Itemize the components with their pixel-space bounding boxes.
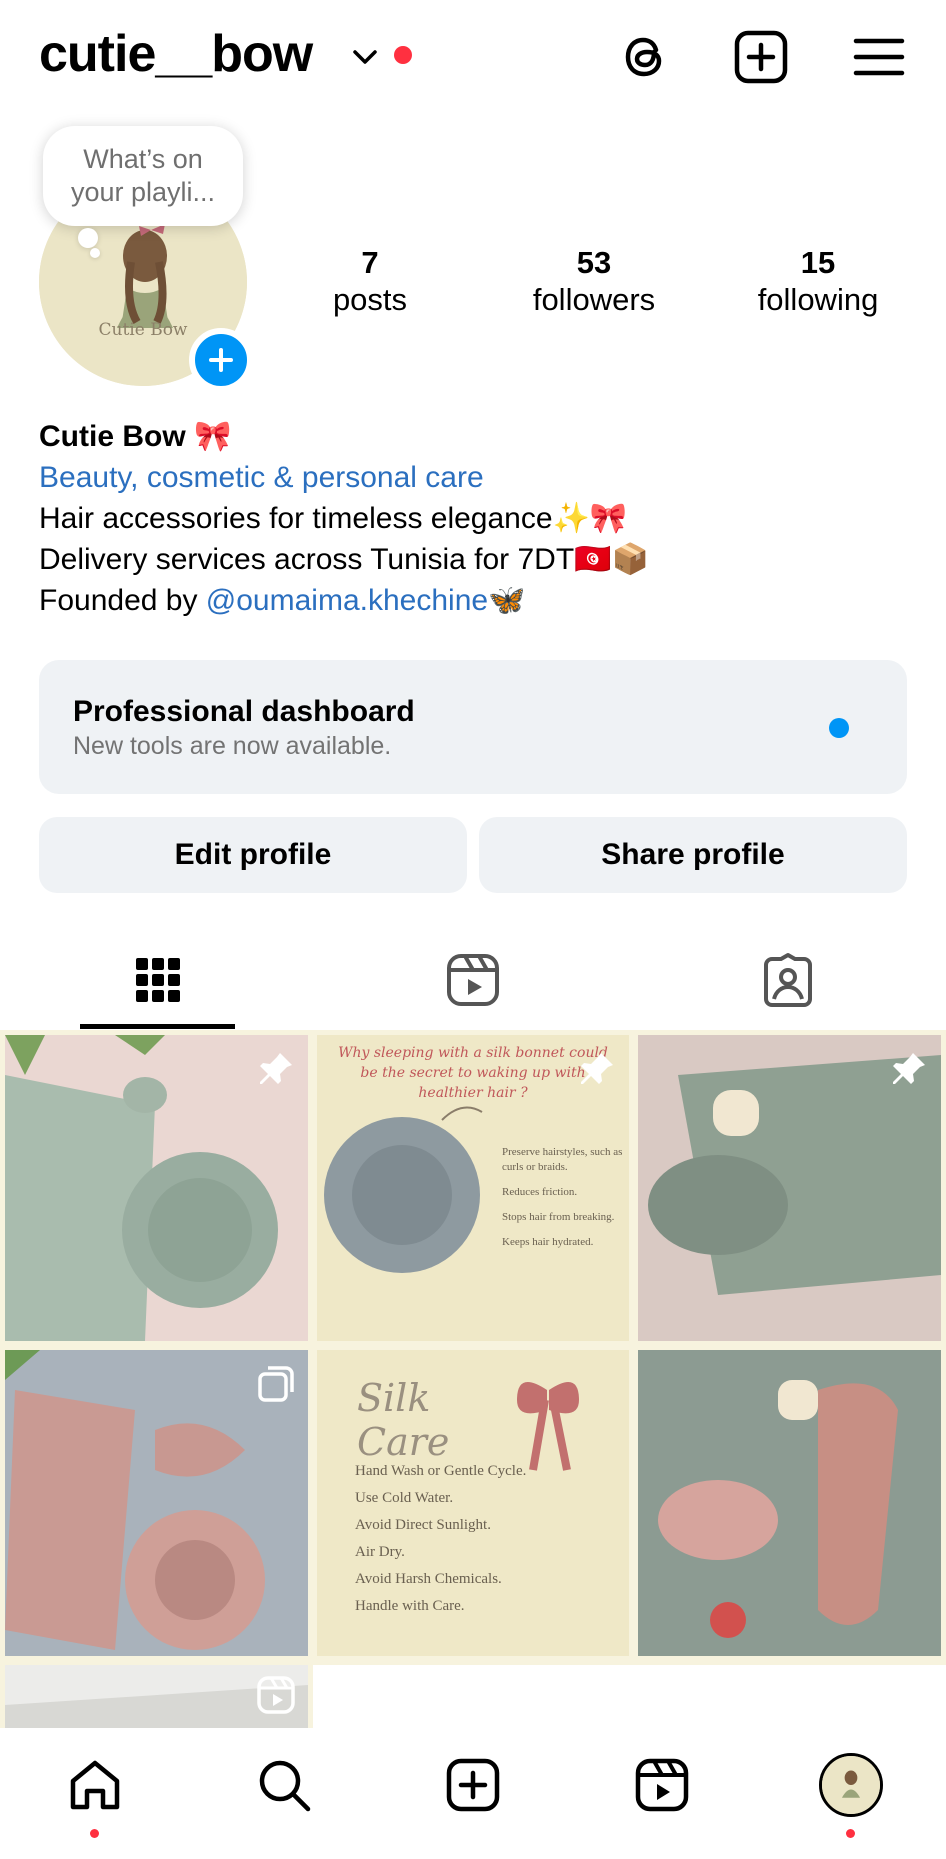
tab-tagged[interactable] <box>630 930 945 1030</box>
stat-followers[interactable]: 53 followers <box>482 246 706 320</box>
chevron-down-icon[interactable] <box>352 48 378 66</box>
post-list: Preserve hairstyles, such as curls or br… <box>502 1145 627 1250</box>
reels-icon <box>635 1758 689 1812</box>
stat-label: followers <box>532 282 656 317</box>
nav-reels[interactable] <box>627 1750 697 1820</box>
top-header: cutie__bow <box>0 0 946 118</box>
list-item: Stops hair from breaking. <box>502 1211 615 1223</box>
add-story-button[interactable] <box>189 328 253 392</box>
create-post-icon[interactable] <box>732 28 790 86</box>
grid-empty-area <box>313 1665 946 1730</box>
stat-number: 53 <box>576 245 612 280</box>
bio-text: Founded by <box>39 584 206 617</box>
list-item: Keeps hair hydrated. <box>502 1236 594 1248</box>
list-item: Hand Wash or Gentle Cycle. <box>355 1463 527 1479</box>
post-list: Hand Wash or Gentle Cycle. Use Cold Wate… <box>355 1458 585 1620</box>
bio-text: 🦋 <box>488 584 526 617</box>
active-tab-indicator <box>80 1024 235 1029</box>
stat-number: 15 <box>800 245 836 280</box>
share-profile-button[interactable]: Share profile <box>479 817 907 893</box>
dashboard-new-dot <box>829 718 849 738</box>
list-item: Air Dry. <box>355 1544 405 1560</box>
threads-icon[interactable] <box>616 28 674 86</box>
list-item: Avoid Harsh Chemicals. <box>355 1571 502 1587</box>
list-item: Use Cold Water. <box>355 1490 454 1506</box>
stat-number: 7 <box>361 245 379 280</box>
post-image <box>638 1350 941 1656</box>
pin-icon <box>889 1049 929 1089</box>
profile-name: Cutie Bow 🎀 <box>39 420 232 453</box>
bio-line: Delivery services across Tunisia for 7DT… <box>39 543 649 576</box>
menu-icon[interactable] <box>850 28 908 86</box>
carousel-icon <box>256 1364 296 1404</box>
post-tile[interactable] <box>5 1035 308 1341</box>
note-bubble[interactable]: What’s on your playli... <box>43 126 243 226</box>
reel-icon <box>256 1675 296 1715</box>
stat-posts[interactable]: 7 posts <box>258 246 482 320</box>
pin-icon <box>256 1049 296 1089</box>
posts-grid: Why sleeping with a silk bonnet could be… <box>0 1030 946 1730</box>
reels-icon <box>446 954 499 1006</box>
list-item: Avoid Direct Sunlight. <box>355 1517 491 1533</box>
list-item: Preserve hairstyles, such as curls or br… <box>502 1146 623 1173</box>
account-username[interactable]: cutie__bow <box>39 24 313 84</box>
profile-category[interactable]: Beauty, cosmetic & personal care <box>39 457 919 498</box>
nav-create[interactable] <box>438 1750 508 1820</box>
tagged-icon <box>763 953 812 1007</box>
dashboard-subtitle: New tools are now available. <box>73 732 392 760</box>
account-notification-dot <box>394 46 412 64</box>
stat-following[interactable]: 15 following <box>706 246 930 320</box>
list-item: Handle with Care. <box>355 1598 465 1614</box>
founder-mention-link[interactable]: @oumaima.khechine <box>206 584 488 617</box>
list-item: Reduces friction. <box>502 1186 578 1198</box>
post-tile[interactable] <box>5 1665 308 1730</box>
bottom-navigation <box>0 1728 946 1859</box>
edit-profile-button[interactable]: Edit profile <box>39 817 467 893</box>
note-bubble-tail-small <box>90 248 100 258</box>
profile-avatar <box>819 1753 883 1817</box>
search-icon <box>259 1760 311 1812</box>
post-tile[interactable] <box>638 1035 941 1341</box>
tab-reels[interactable] <box>315 930 630 1030</box>
grid-icon <box>135 958 180 1002</box>
post-tile[interactable]: Silk Care Hand Wash or Gentle Cycle. Use… <box>317 1350 629 1656</box>
pin-icon <box>577 1049 617 1089</box>
note-bubble-tail <box>78 228 98 248</box>
home-icon <box>70 1760 120 1810</box>
nav-search[interactable] <box>249 1750 319 1820</box>
post-tile[interactable] <box>5 1350 308 1656</box>
post-tile[interactable]: Why sleeping with a silk bonnet could be… <box>317 1035 629 1341</box>
profile-bio: Cutie Bow 🎀 Beauty, cosmetic & personal … <box>39 416 919 621</box>
stat-label: posts <box>332 282 408 317</box>
post-tile[interactable] <box>638 1350 941 1656</box>
bio-line: Founded by @oumaima.khechine🦋 <box>39 580 919 621</box>
profile-notification-dot <box>846 1829 855 1838</box>
create-icon <box>446 1758 500 1812</box>
tab-posts-grid[interactable] <box>0 930 315 1030</box>
plus-icon <box>209 348 233 372</box>
nav-home[interactable] <box>60 1750 130 1820</box>
bio-line: Hair accessories for timeless elegance✨🎀 <box>39 502 628 535</box>
stat-label: following <box>757 282 879 317</box>
dashboard-title: Professional dashboard <box>73 695 415 728</box>
professional-dashboard-card[interactable]: Professional dashboard New tools are now… <box>39 660 907 794</box>
home-notification-dot <box>90 1829 99 1838</box>
profile-stats: 7 posts 53 followers 15 following <box>258 246 930 320</box>
nav-profile[interactable] <box>816 1750 886 1820</box>
post-title: Silk Care <box>357 1376 450 1464</box>
